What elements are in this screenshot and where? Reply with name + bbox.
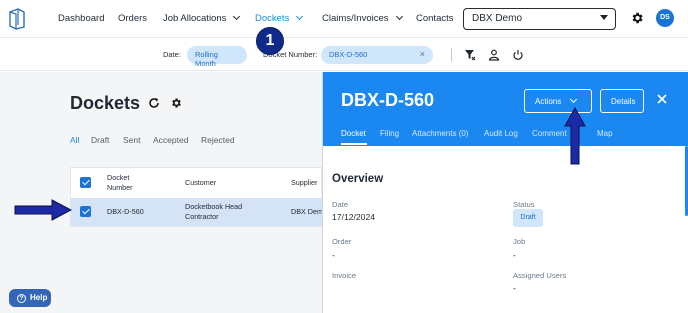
tab-audit-log[interactable]: Audit Log (484, 129, 518, 138)
details-button[interactable]: Details (600, 89, 644, 113)
help-label: Help (30, 293, 48, 302)
order-value: - (332, 250, 335, 260)
date-filter-label: Date: (163, 50, 181, 59)
date-label: Date (332, 200, 349, 209)
cell-customer: Docketbook Head Contractor (185, 202, 243, 221)
divider (451, 48, 452, 62)
nav-contacts[interactable]: Contacts (416, 13, 454, 24)
tab-draft[interactable]: Draft (91, 135, 109, 145)
actions-label: Actions (535, 97, 562, 106)
row-checkbox[interactable] (80, 206, 91, 217)
gear-icon[interactable] (630, 11, 644, 25)
nav-dashboard[interactable]: Dashboard (58, 13, 104, 24)
header-docket-number[interactable]: Docket Number (107, 173, 147, 193)
nav-job-allocations-label: Job Allocations (163, 13, 227, 24)
tab-attachments[interactable]: Attachments (0) (412, 129, 468, 138)
tab-map[interactable]: Map (597, 129, 613, 138)
status-badge: Draft (513, 209, 543, 227)
refresh-icon[interactable] (148, 97, 160, 109)
dockets-table: Docket Number Customer Supplier DBX-D-56… (70, 167, 323, 227)
docket-number-value: DBX-D-560 (329, 50, 368, 59)
filter-clear-icon[interactable] (464, 49, 476, 61)
chevron-down-icon (395, 12, 403, 21)
job-value: - (513, 250, 516, 260)
nav-claims-invoices[interactable]: Claims/Invoices (322, 12, 403, 24)
date-filter-chip[interactable]: Rolling Month (187, 46, 247, 68)
chevron-down-icon (570, 95, 578, 104)
nav-orders[interactable]: Orders (118, 13, 147, 24)
person-icon[interactable] (488, 49, 500, 61)
active-tab-indicator (341, 143, 367, 145)
nav-dockets-label: Dockets (255, 13, 290, 24)
order-label: Order (332, 237, 352, 246)
chevron-down-icon (233, 12, 241, 21)
tab-sent[interactable]: Sent (123, 135, 141, 145)
tab-comment[interactable]: Comment (532, 129, 567, 138)
power-icon[interactable] (512, 49, 524, 61)
cell-docket-number: DBX-D-560 (107, 207, 144, 216)
invoice-label: Invoice (332, 271, 357, 280)
table-row[interactable]: DBX-D-560 Docketbook Head Contractor DBX… (71, 198, 323, 226)
tab-filing[interactable]: Filing (380, 129, 399, 138)
date-value: 17/12/2024 (332, 212, 376, 222)
panel-title: DBX-D-560 (341, 90, 435, 110)
header-customer[interactable]: Customer (185, 178, 216, 188)
nav-dockets[interactable]: Dockets (255, 12, 304, 24)
cell-supplier: DBX Demo (291, 207, 323, 216)
gear-icon[interactable] (170, 97, 182, 109)
company-select[interactable]: DBX Demo (463, 8, 616, 30)
docket-number-chip[interactable]: DBX-D-560 × (321, 46, 433, 64)
help-button[interactable]: ? Help (9, 289, 51, 307)
chevron-down-icon (296, 12, 304, 21)
nav-claims-invoices-label: Claims/Invoices (322, 13, 389, 24)
clear-chip-icon[interactable]: × (420, 49, 425, 59)
assigned-users-value: - (513, 283, 516, 293)
overview-heading: Overview (332, 173, 384, 185)
question-icon: ? (17, 294, 26, 303)
tab-rejected[interactable]: Rejected (201, 135, 235, 145)
step-number-badge: 1 (256, 27, 284, 55)
nav-job-allocations[interactable]: Job Allocations (163, 12, 241, 24)
company-select-value: DBX Demo (472, 13, 523, 24)
tab-docket[interactable]: Docket (341, 129, 366, 138)
tab-accepted[interactable]: Accepted (153, 135, 188, 145)
header-supplier[interactable]: Supplier (291, 178, 317, 188)
panel-header: DBX-D-560 Actions Details Docket Filing … (323, 72, 688, 146)
avatar[interactable]: DS (656, 9, 674, 27)
pointer-arrow-up-icon (564, 107, 586, 165)
app-logo-icon[interactable] (8, 8, 26, 30)
job-label: Job (513, 237, 526, 246)
top-navigation: Dashboard Orders Job Allocations Dockets… (0, 0, 688, 38)
filter-bar: Date: Rolling Month Docket Number: DBX-D… (0, 39, 688, 71)
caret-down-icon (600, 15, 608, 20)
assigned-users-label: Assigned Users (513, 271, 567, 280)
docket-detail-panel: DBX-D-560 Actions Details Docket Filing … (322, 72, 688, 313)
status-label: Status (513, 200, 535, 209)
select-all-checkbox[interactable] (80, 177, 91, 188)
page-title: Dockets (70, 93, 141, 113)
close-icon[interactable] (655, 92, 669, 106)
tab-all[interactable]: All (70, 135, 79, 145)
pointer-arrow-right-icon (14, 199, 72, 221)
